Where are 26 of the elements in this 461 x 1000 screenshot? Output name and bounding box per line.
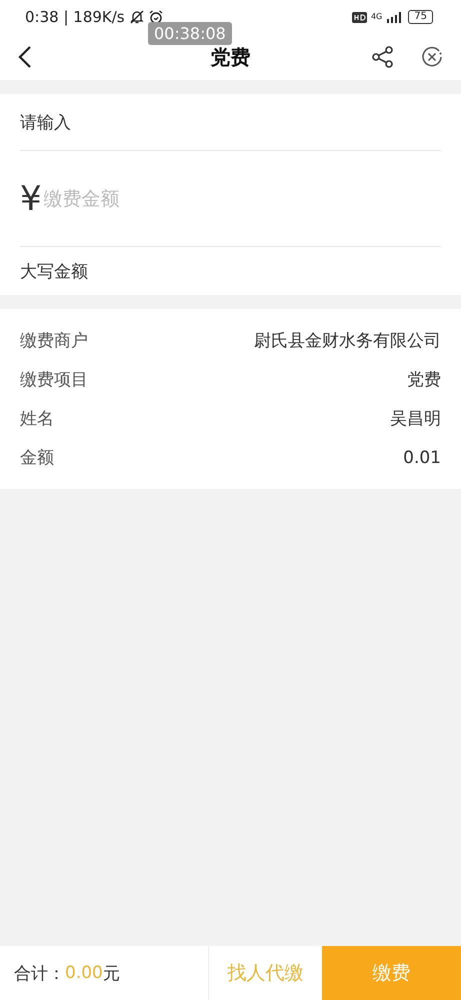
pay-button[interactable]: 缴费 <box>322 946 461 1000</box>
currency-unit: 元 <box>102 962 120 984</box>
page-title: 党费 <box>210 44 250 70</box>
detail-label: 金额 <box>20 447 54 469</box>
alarm-icon <box>148 10 163 24</box>
close-button[interactable] <box>421 46 443 68</box>
status-time: 0:38 | 189K/s <box>25 8 125 26</box>
share-button[interactable] <box>371 45 395 69</box>
detail-value: 党费 <box>407 369 441 391</box>
detail-value: 0.01 <box>403 448 441 468</box>
total-amount: 0.00 <box>65 963 103 983</box>
battery-indicator: 75 <box>408 10 433 24</box>
network-label: 4G <box>370 12 382 21</box>
recording-timer: 00:38:08 <box>148 22 232 45</box>
currency-symbol: ¥ <box>20 178 42 218</box>
input-label: 请输入 <box>20 94 441 151</box>
bell-off-icon <box>128 9 145 25</box>
detail-label: 姓名 <box>20 408 54 430</box>
detail-value: 尉氏县金财水务有限公司 <box>254 330 441 352</box>
detail-value: 吴昌明 <box>390 408 441 430</box>
total-label: 合计： <box>14 962 65 984</box>
uppercase-amount-label: 大写金额 <box>20 260 89 284</box>
back-button[interactable] <box>18 45 32 69</box>
detail-label: 缴费项目 <box>20 369 88 391</box>
hd-icon <box>352 12 367 22</box>
detail-label: 缴费商户 <box>20 330 88 352</box>
